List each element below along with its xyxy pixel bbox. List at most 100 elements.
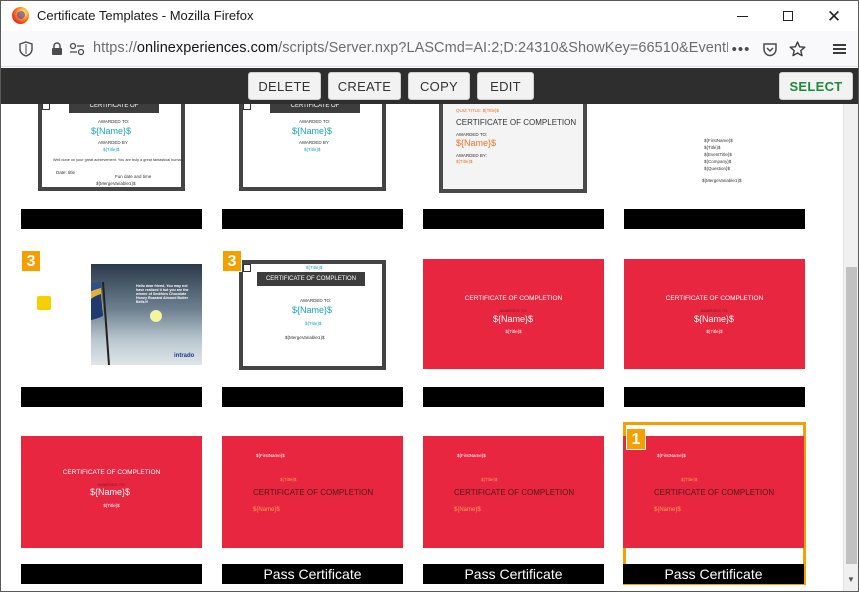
browser-window: Certificate Templates - Mozilla Firefox … <box>0 0 859 592</box>
name-field: ${Name}$ <box>253 507 280 513</box>
title-field: ${Title}$ <box>280 477 297 482</box>
logo-icon <box>37 296 51 310</box>
minimize-button[interactable] <box>719 1 765 31</box>
minimize-icon <box>736 15 748 17</box>
template-thumbnail[interactable]: ${FirstName}$ ${Title}$ CERTIFICATE OF C… <box>222 436 403 548</box>
title-top-field: ${Title}$ <box>306 265 323 270</box>
certificate-title: CERTIFICATE OF COMPLETION <box>456 118 577 127</box>
template-grid: CERTIFICATE OF COMPLETION AWARDED TO: ${… <box>1 104 843 591</box>
maximize-icon <box>783 11 793 21</box>
scroll-down-arrow-icon[interactable]: ▼ <box>847 575 855 584</box>
first-name-field: ${FirstName}$ <box>704 138 733 143</box>
usage-count-badge: 3 <box>222 250 242 272</box>
awarded-by-label: AWARDED BY <box>98 140 128 145</box>
awarded-label: AWARDED TO: <box>499 308 528 313</box>
awarded-label: AWARDED TO: <box>700 308 729 313</box>
template-label-bar <box>21 387 202 407</box>
template-toolbar: DELETE CREATE COPY EDIT SELECT <box>1 68 858 104</box>
title-field: ${Title}$ <box>704 145 721 150</box>
page-actions-icon[interactable]: ••• <box>732 40 750 58</box>
date-field: Date: title <box>56 170 76 175</box>
merge-field: ${MergeVariable1}$ <box>702 178 742 183</box>
template-thumbnail[interactable]: CERTIFICATE OF COMPLETION AWARDED TO: ${… <box>21 104 202 194</box>
select-button[interactable]: SELECT <box>779 72 853 100</box>
usage-count-badge: 1 <box>626 428 646 450</box>
url-bar[interactable]: https://onlinexperiences.com/scripts/Ser… <box>93 40 728 56</box>
template-tile-selected[interactable]: ${FirstName}$ ${Title}$ CERTIFICATE OF C… <box>623 422 806 585</box>
usage-count-badge: 3 <box>21 250 41 272</box>
awarded-label: AWARDED TO: <box>456 132 488 137</box>
title-field: ${Title}$ <box>103 503 120 508</box>
merge-field: ${MergeVariable1}$ <box>96 181 136 186</box>
brand-text: intrado <box>174 353 195 359</box>
menu-icon[interactable] <box>830 40 848 58</box>
permissions-icon[interactable] <box>68 40 86 58</box>
create-button[interactable]: CREATE <box>328 72 401 100</box>
template-thumbnail[interactable]: ${FirstName}$ ${Title}$ ${EventTitle}$ $… <box>624 104 805 194</box>
awarded-by-label: AWARDED BY <box>299 140 329 145</box>
template-thumbnail[interactable]: ${Title}$ CERTIFICATE OF COMPLETION AWAR… <box>222 255 403 373</box>
url-path: /scripts/Server.nxp?LASCmd=AI:2;D:24310&… <box>278 40 728 56</box>
company-field: ${Company}$ <box>704 159 732 164</box>
first-name-field: ${FirstName}$ <box>256 453 285 458</box>
url-prefix: https:// <box>93 40 137 56</box>
title-field: ${Title}$ <box>103 147 120 152</box>
bookmark-star-icon[interactable] <box>788 40 806 58</box>
certificate-title: CERTIFICATE OF COMPLETION <box>69 104 159 123</box>
certificate-title: CERTIFICATE OF COMPLETION <box>257 272 365 286</box>
template-thumbnail[interactable]: CERTIFICATE OF COMPLETION AWARDED TO: ${… <box>222 104 403 194</box>
certificate-title: CERTIFICATE OF COMPLETION <box>270 104 360 123</box>
template-thumbnail[interactable]: Hello dear friend, You may not have real… <box>21 264 202 365</box>
tracking-shield-icon[interactable] <box>17 40 35 58</box>
delete-button[interactable]: DELETE <box>248 72 321 100</box>
title-field: ${Title}$ <box>706 329 723 334</box>
template-label-bar <box>423 209 604 229</box>
template-thumbnail[interactable]: CERTIFICATE OF COMPLETION AWARDED TO: ${… <box>21 436 202 548</box>
certificate-title: CERTIFICATE OF COMPLETION <box>665 295 764 302</box>
awarded-label: AWARDED TO: <box>300 298 332 303</box>
body-text: Well done on your great achievement. You… <box>53 158 184 162</box>
name-field: ${Name}$ <box>694 314 735 324</box>
title-bar: Certificate Templates - Mozilla Firefox … <box>1 1 858 31</box>
title-field: ${Title}$ <box>304 147 321 152</box>
close-button[interactable]: ✕ <box>811 1 857 31</box>
copy-button[interactable]: COPY <box>408 72 470 100</box>
name-field: ${Name}$ <box>454 507 481 513</box>
certificate-title: CERTIFICATE OF COMPLETION <box>253 488 374 497</box>
template-label-bar <box>21 564 202 584</box>
template-thumbnail[interactable]: CERTIFICATE OF COMPLETION AWARDED TO: ${… <box>624 259 805 369</box>
maximize-button[interactable] <box>765 1 811 31</box>
name-field: ${Name}$ <box>654 507 681 513</box>
merge-field: ${MergeVariable1}$ <box>285 335 325 340</box>
template-label-bar <box>222 387 403 407</box>
certificate-title: CERTIFICATE OF COMPLETION <box>654 488 775 497</box>
template-label-bar: Pass Certificate <box>423 564 604 584</box>
template-thumbnail[interactable]: ${FirstName}$ ${Title}$ CERTIFICATE OF C… <box>623 436 804 548</box>
pocket-icon[interactable] <box>761 40 779 58</box>
window-title: Certificate Templates - Mozilla Firefox <box>37 8 254 23</box>
title-field: ${Title}$ <box>681 477 698 482</box>
template-label-bar <box>222 209 403 229</box>
template-thumbnail[interactable]: ${FirstName}$ ${Title}$ CERTIFICATE OF C… <box>423 436 604 548</box>
template-thumbnail[interactable]: CERTIFICATE OF COMPLETION AWARDED TO: ${… <box>423 259 604 369</box>
title-field: ${Title}$ <box>305 321 322 326</box>
edit-button[interactable]: EDIT <box>477 72 534 100</box>
template-label-bar <box>624 387 805 407</box>
certificate-title: CERTIFICATE OF COMPLETION <box>454 488 575 497</box>
scrollbar-thumb[interactable] <box>846 267 857 564</box>
fun-date-field: Fun date and time <box>115 174 152 179</box>
template-label-bar <box>21 209 202 229</box>
photo-left-panel <box>21 264 91 365</box>
close-icon: ✕ <box>826 6 842 26</box>
question-field: ${Question}$ <box>704 166 731 171</box>
first-name-field: ${FirstName}$ <box>657 453 686 458</box>
title-field: ${Title}$ <box>505 329 522 334</box>
awarded-label: AWARDED TO: <box>98 119 130 124</box>
template-thumbnail[interactable]: QUIZ TITLE: ${Title}$ CERTIFICATE OF COM… <box>423 104 604 194</box>
name-field: ${Name}$ <box>292 305 333 315</box>
lock-icon[interactable] <box>48 40 66 58</box>
event-title-field: ${EventTitle}$ <box>704 152 732 157</box>
name-field: ${Name}$ <box>91 126 132 136</box>
name-field: ${Name}$ <box>292 126 333 136</box>
awarded-label: AWARDED TO: <box>299 119 331 124</box>
